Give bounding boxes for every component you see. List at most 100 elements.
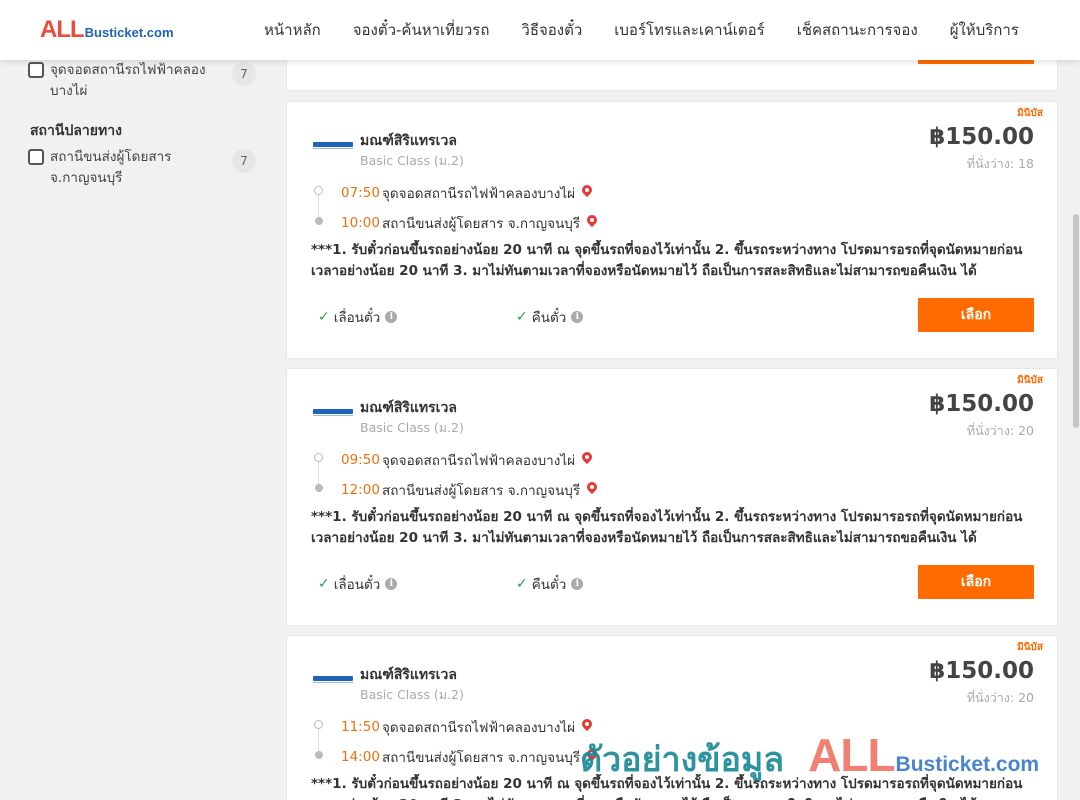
nav-home[interactable]: หน้าหลัก — [248, 18, 337, 42]
feature-reschedule: ✓ เลื่อนตั๋ว i — [318, 573, 398, 595]
trip-price: ฿150.00 — [929, 658, 1034, 684]
nav-how-to-book[interactable]: วิธีจองตั๋ว — [505, 18, 598, 42]
nav-operators[interactable]: ผู้ให้บริการ — [934, 18, 1035, 42]
scrollbar-thumb[interactable] — [1073, 214, 1079, 428]
select-trip-button[interactable]: เลือก — [918, 298, 1034, 332]
seats-label: ที่นั่งว่าง: — [966, 156, 1015, 171]
map-pin-icon[interactable] — [581, 185, 593, 201]
info-icon[interactable]: i — [571, 578, 584, 590]
operator-name: มณฑ์สิริแทรเวล — [360, 133, 457, 149]
seats-label: ที่นั่งว่าง: — [966, 690, 1015, 705]
check-icon: ✓ — [516, 576, 528, 592]
check-icon: ✓ — [516, 309, 528, 325]
operator-name: มณฑ์สิริแทรเวล — [360, 667, 457, 683]
operator-logo — [313, 142, 353, 150]
seats-label: ที่นั่งว่าง: — [966, 423, 1015, 438]
map-pin-icon[interactable] — [586, 215, 598, 231]
depart-time: 09:50 — [341, 452, 380, 468]
arrive-stop-row: 14:00 สถานีขนส่งผู้โดยสาร จ.กาญจนบุรี — [341, 746, 598, 768]
origin-filter-label: จุดจอดสถานีรถไฟฟ้าคลองบางไผ่ — [50, 62, 206, 99]
feature-refund: ✓ คืนตั๋ว i — [516, 306, 584, 328]
check-icon: ✓ — [318, 576, 330, 592]
info-icon[interactable]: i — [385, 578, 398, 590]
seats-available: ที่นั่งว่าง: 20 — [967, 421, 1034, 441]
select-trip-button[interactable]: เลือก — [918, 565, 1034, 599]
map-pin-icon[interactable] — [586, 482, 598, 498]
depart-stop-row: 07:50 จุดจอดสถานีรถไฟฟ้าคลองบางไผ่ — [341, 182, 593, 204]
destination-filter-count: 7 — [232, 149, 256, 173]
bus-class: Basic Class (ม.2) — [360, 420, 464, 435]
depart-time: 07:50 — [341, 185, 380, 201]
operator-name: มณฑ์สิริแทรเวล — [360, 400, 457, 416]
depart-time: 11:50 — [341, 719, 380, 735]
check-icon: ✓ — [318, 309, 330, 325]
trip-card: มินิบัส มณฑ์สิริแทรเวล Basic Class (ม.2)… — [286, 635, 1058, 800]
feature-reschedule-label: เลื่อนตั๋ว — [333, 310, 381, 326]
arrive-time: 10:00 — [341, 215, 380, 231]
trip-note: ***1. รับตั๋วก่อนขึ้นรถอย่างน้อย 20 นาที… — [311, 776, 1023, 800]
info-icon[interactable]: i — [571, 311, 584, 323]
operator-logo — [313, 409, 353, 417]
trip-note: ***1. รับตั๋วก่อนขึ้นรถอย่างน้อย 20 นาที… — [311, 242, 1023, 279]
depart-dot — [314, 186, 323, 195]
map-pin-icon[interactable] — [586, 749, 598, 765]
destination-filter-option[interactable]: สถานีขนส่งผู้โดยสาร จ.กาญจนบุรี 7 — [28, 147, 256, 189]
arrive-stop-name: สถานีขนส่งผู้โดยสาร จ.กาญจนบุรี — [382, 483, 581, 499]
seats-available: ที่นั่งว่าง: 18 — [967, 154, 1034, 174]
select-button-previous[interactable] — [918, 60, 1034, 64]
bus-class: Basic Class (ม.2) — [360, 687, 464, 702]
logo-all-text: ALL — [40, 16, 85, 43]
trip-card: มินิบัส มณฑ์สิริแทรเวล Basic Class (ม.2)… — [286, 101, 1058, 359]
main-nav: หน้าหลัก จองตั๋ว-ค้นหาเที่ยวรถ วิธีจองตั… — [248, 0, 1035, 60]
destination-filter-checkbox[interactable] — [28, 149, 44, 165]
origin-filter-checkbox[interactable] — [28, 62, 44, 78]
feature-refund: ✓ คืนตั๋ว i — [516, 573, 584, 595]
depart-stop-row: 11:50 จุดจอดสถานีรถไฟฟ้าคลองบางไผ่ — [341, 716, 593, 738]
scrollbar-track[interactable] — [1071, 60, 1080, 800]
arrive-time: 14:00 — [341, 749, 380, 765]
arrive-dot — [315, 484, 323, 492]
trip-card-previous — [286, 60, 1058, 91]
seats-count: 20 — [1018, 423, 1034, 438]
origin-filter-count: 7 — [232, 62, 256, 86]
origin-filter-option[interactable]: จุดจอดสถานีรถไฟฟ้าคลองบางไผ่ 7 — [28, 60, 256, 102]
destination-heading: สถานีปลายทาง — [30, 123, 122, 139]
filter-sidebar: จุดจอดสถานีรถไฟฟ้าคลองบางไผ่ 7 สถานีปลาย… — [0, 60, 270, 800]
arrive-stop-row: 10:00 สถานีขนส่งผู้โดยสาร จ.กาญจนบุรี — [341, 212, 598, 234]
depart-dot — [314, 720, 323, 729]
seats-count: 18 — [1018, 156, 1034, 171]
depart-dot — [314, 453, 323, 462]
destination-filter-label: สถานีขนส่งผู้โดยสาร จ.กาญจนบุรี — [50, 149, 172, 186]
nav-check-status[interactable]: เช็คสถานะการจอง — [781, 18, 934, 42]
bus-type-badge: มินิบัส — [1017, 642, 1043, 653]
trip-card: มินิบัส มณฑ์สิริแทรเวล Basic Class (ม.2)… — [286, 368, 1058, 626]
arrive-dot — [315, 217, 323, 225]
bus-type-badge: มินิบัส — [1017, 108, 1043, 119]
nav-book-search[interactable]: จองตั๋ว-ค้นหาเที่ยวรถ — [337, 18, 506, 42]
feature-reschedule-label: เลื่อนตั๋ว — [333, 577, 381, 593]
feature-refund-label: คืนตั๋ว — [531, 577, 567, 593]
logo-domain-text: Busticket.com — [84, 25, 174, 40]
depart-stop-name: จุดจอดสถานีรถไฟฟ้าคลองบางไผ่ — [382, 453, 576, 469]
seats-count: 20 — [1018, 690, 1034, 705]
depart-stop-name: จุดจอดสถานีรถไฟฟ้าคลองบางไผ่ — [382, 720, 576, 736]
site-logo[interactable]: ALL Busticket.com — [40, 16, 174, 43]
arrive-dot — [315, 751, 323, 759]
seats-available: ที่นั่งว่าง: 20 — [967, 688, 1034, 708]
arrive-stop-name: สถานีขนส่งผู้โดยสาร จ.กาญจนบุรี — [382, 216, 581, 232]
feature-refund-label: คืนตั๋ว — [531, 310, 567, 326]
depart-stop-name: จุดจอดสถานีรถไฟฟ้าคลองบางไผ่ — [382, 186, 576, 202]
site-header: ALL Busticket.com หน้าหลัก จองตั๋ว-ค้นหา… — [0, 0, 1080, 60]
trip-price: ฿150.00 — [929, 391, 1034, 417]
info-icon[interactable]: i — [385, 311, 398, 323]
map-pin-icon[interactable] — [581, 719, 593, 735]
bus-class: Basic Class (ม.2) — [360, 153, 464, 168]
nav-contact-counter[interactable]: เบอร์โทรและเคาน์เตอร์ — [598, 18, 780, 42]
arrive-stop-row: 12:00 สถานีขนส่งผู้โดยสาร จ.กาญจนบุรี — [341, 479, 598, 501]
operator-logo — [313, 676, 353, 684]
feature-reschedule: ✓ เลื่อนตั๋ว i — [318, 306, 398, 328]
map-pin-icon[interactable] — [581, 452, 593, 468]
trip-note: ***1. รับตั๋วก่อนขึ้นรถอย่างน้อย 20 นาที… — [311, 509, 1023, 546]
bus-type-badge: มินิบัส — [1017, 375, 1043, 386]
arrive-stop-name: สถานีขนส่งผู้โดยสาร จ.กาญจนบุรี — [382, 750, 581, 766]
